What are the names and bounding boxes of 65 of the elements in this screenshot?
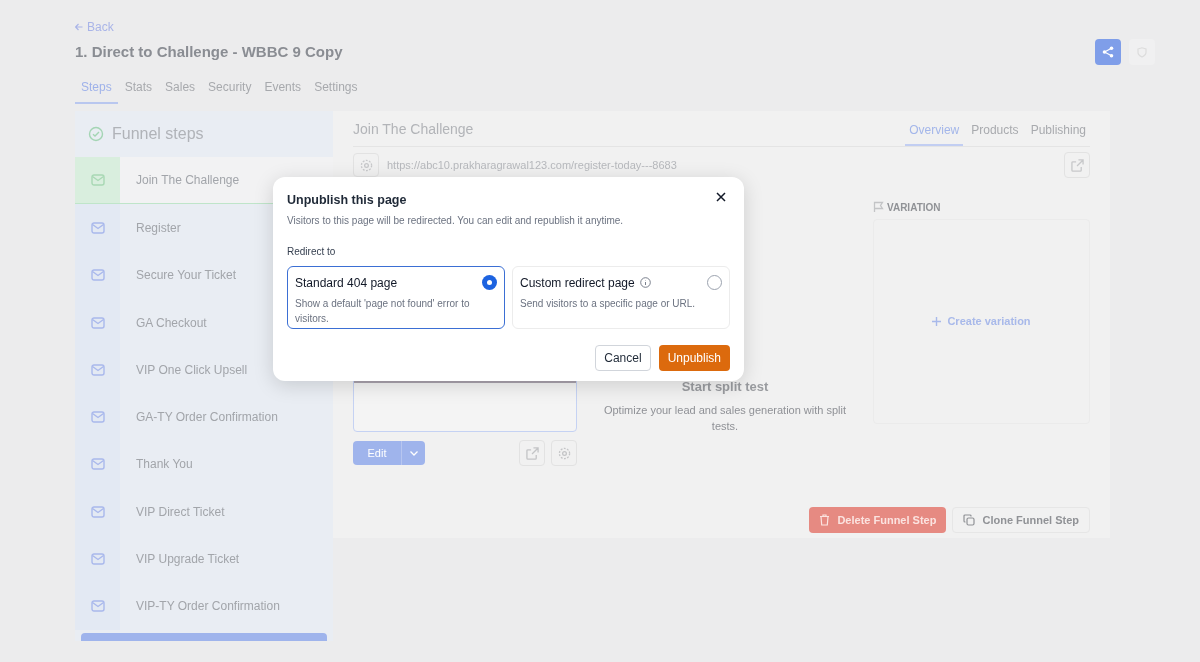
external-link-icon [525,446,539,460]
arrow-left-icon [75,23,83,31]
section-label: Redirect to [287,244,337,259]
funnel-step[interactable]: GA-TY Order Confirmation [75,393,333,441]
funnel-step[interactable]: VIP One Click Upsell [75,346,333,394]
page-title: 1. Direct to Challenge - WBBC 9 Copy [75,41,343,62]
cancel-button[interactable]: Cancel [595,344,651,371]
envelope-icon [90,553,105,565]
step-title: Join The Challenge [353,120,474,139]
share-icon [1102,46,1114,58]
variation-label: VARIATION [887,200,941,215]
tab[interactable]: Events [258,72,308,104]
open-url-button[interactable] [1064,152,1090,178]
radio-button[interactable] [482,275,497,291]
create-variation-button[interactable]: Create variation [932,313,1031,330]
envelope-icon [90,458,105,471]
trash-icon [819,514,831,526]
funnel-step[interactable]: VIP Direct Ticket [75,488,333,536]
split-test-title: Start split test [681,378,769,396]
page-url: https://abc10.prakharagrawal123.com/register-today---8683 [387,157,677,173]
unpublish-button[interactable]: Unpublish [658,344,730,371]
dialog-description: Visitors to this page will be redirected. You can edit and republish it anytime. [287,213,625,228]
option-description: Show a default 'page not found' error to visitors. [295,296,471,326]
back-link[interactable]: Back [75,19,1125,35]
settings-icon [557,446,571,460]
split-test-description: Optimize your lead and sales generation with split tests. [602,402,848,434]
tab[interactable]: Publishing [1026,121,1090,146]
tab[interactable]: Steps [75,72,118,104]
info-icon [639,277,651,289]
flag-icon [873,201,884,213]
copy-icon [963,514,976,526]
tab[interactable]: Security [202,72,258,104]
tab[interactable]: Settings [308,72,364,104]
chevron-down-icon [409,450,418,456]
redirect-option[interactable]: Standard 404 page Show a default 'page not found' error to visitors. [287,265,505,329]
funnel-step[interactable]: Thank You [75,440,333,489]
envelope-icon [90,411,105,424]
tab[interactable]: Overview [905,121,964,146]
plus-icon [932,317,942,326]
settings-icon [359,158,373,172]
envelope-icon [90,221,105,234]
close-icon [716,192,726,202]
envelope-icon [90,174,105,187]
option-description: Send visitors to a specific page or URL. [520,296,697,311]
funnel-step[interactable]: VIP-TY Order Confirmation [75,582,333,630]
envelope-icon [90,316,105,329]
envelope-icon [90,363,105,376]
delete-step-button[interactable]: Delete Funnel Step [809,507,947,533]
share-button[interactable] [1095,39,1121,65]
tab[interactable]: Sales [159,72,202,104]
tab[interactable]: Products [967,121,1023,146]
edit-button[interactable]: Edit [353,441,425,465]
tab[interactable]: Stats [118,72,159,104]
redirect-option[interactable]: Custom redirect page Send visitors to a specific page or URL. [512,265,730,329]
envelope-icon [90,600,105,613]
open-page-button[interactable] [519,440,545,466]
panel-title: Funnel steps [112,124,204,144]
clone-step-button[interactable]: Clone Funnel Step [952,507,1090,533]
radio-button[interactable] [707,275,722,291]
funnel-step[interactable]: VIP Upgrade Ticket [75,535,333,583]
close-button[interactable] [716,192,726,202]
envelope-icon [90,505,105,518]
check-circle-icon [88,126,104,142]
envelope-icon [90,269,105,282]
external-link-icon [1070,158,1084,172]
